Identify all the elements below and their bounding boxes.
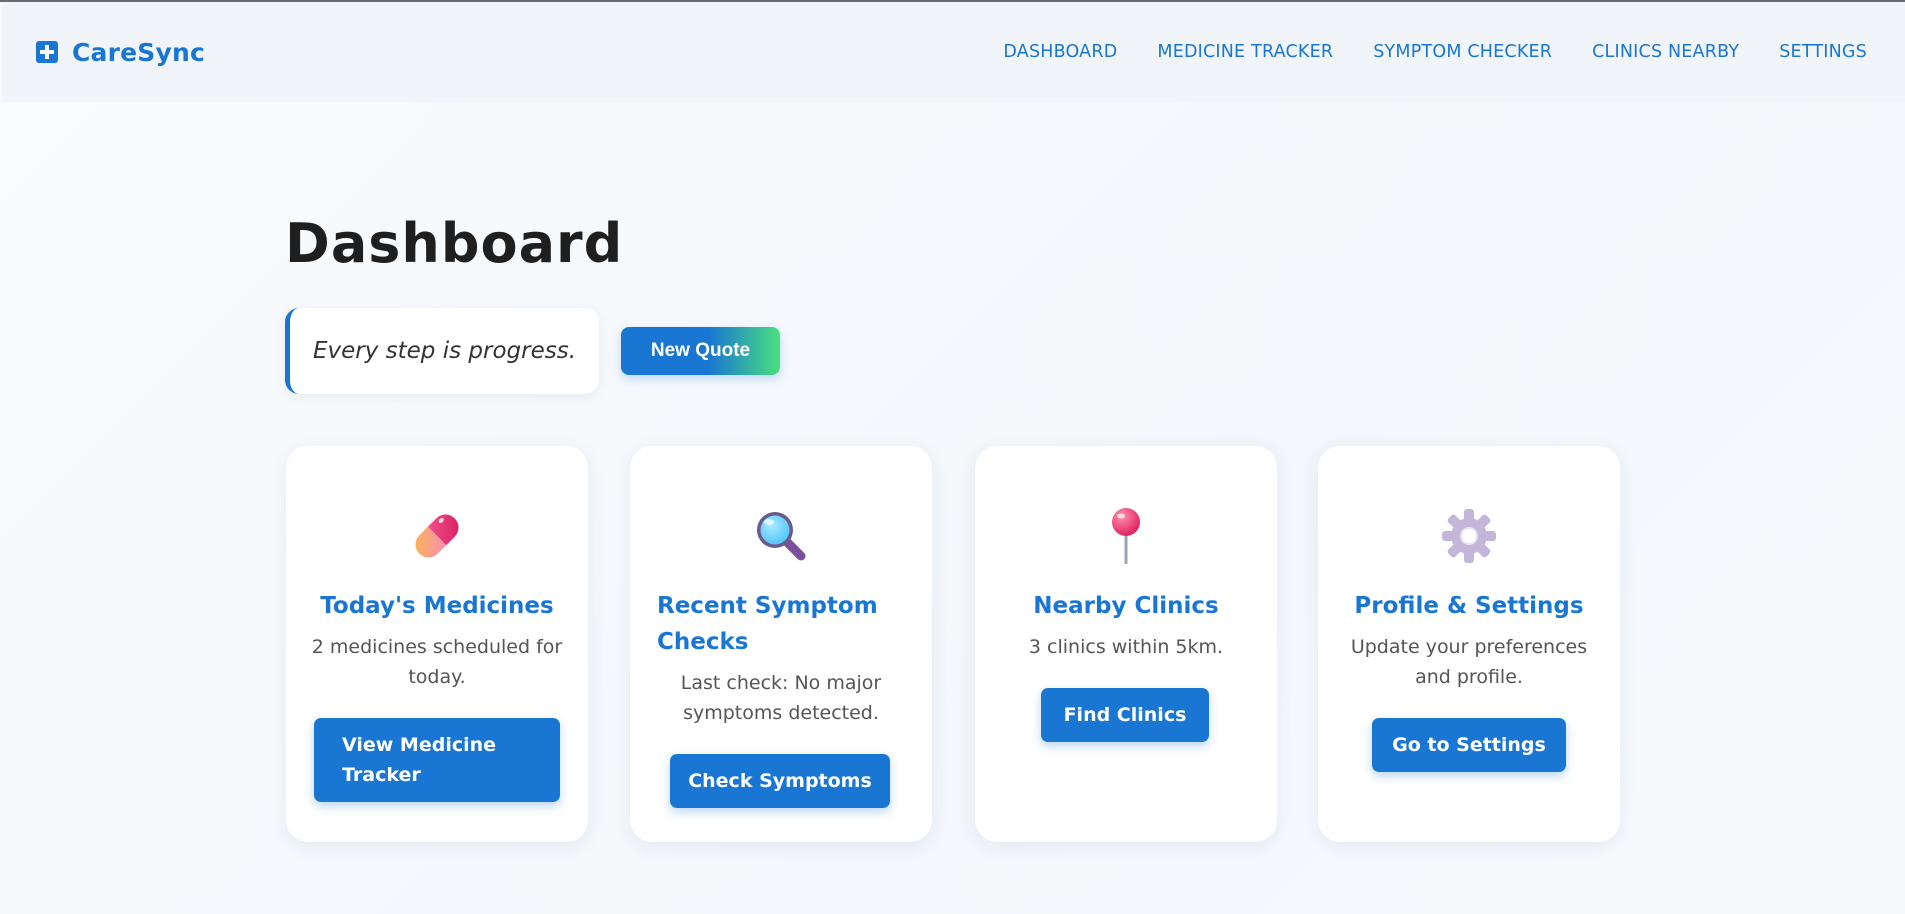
magnifying-glass-icon <box>630 506 932 566</box>
card-description: Last check: No major symptoms detected. <box>680 672 882 724</box>
card-title: Nearby Clinics <box>1033 593 1219 619</box>
page-title: Dashboard <box>285 212 624 275</box>
card-profile-settings: Profile & Settings Update your preferenc… <box>1318 446 1620 842</box>
new-quote-button[interactable]: New Quote <box>621 327 780 375</box>
pill-icon <box>286 506 588 566</box>
card-title: Recent Symptom Checks <box>657 593 878 655</box>
card-description: Update your preferences and profile. <box>1350 636 1588 688</box>
top-navbar: CareSync DASHBOARD MEDICINE TRACKER SYMP… <box>2 2 1905 102</box>
nav-links: DASHBOARD MEDICINE TRACKER SYMPTOM CHECK… <box>963 42 1867 62</box>
card-recent-symptom-checks: Recent Symptom Checks Last check: No maj… <box>630 446 932 842</box>
nav-item-clinics-nearby[interactable]: CLINICS NEARBY <box>1592 42 1739 62</box>
nav-item-medicine-tracker[interactable]: MEDICINE TRACKER <box>1157 42 1333 62</box>
card-nearby-clinics: Nearby Clinics 3 clinics within 5km. Fin… <box>975 446 1277 842</box>
card-title: Today's Medicines <box>320 593 554 619</box>
go-to-settings-button[interactable]: Go to Settings <box>1372 718 1566 772</box>
card-description: 3 clinics within 5km. <box>1028 636 1224 658</box>
quote-text: Every step is progress. <box>312 338 577 364</box>
brand-logo[interactable]: CareSync <box>36 38 205 67</box>
nav-item-settings[interactable]: SETTINGS <box>1779 42 1867 62</box>
pushpin-icon <box>975 506 1277 566</box>
card-description: 2 medicines scheduled for today. <box>311 636 563 688</box>
card-title: Profile & Settings <box>1354 593 1584 619</box>
main-content: Dashboard Every step is progress. New Qu… <box>0 102 1905 914</box>
gear-icon <box>1318 506 1620 566</box>
medical-cross-icon <box>36 41 58 63</box>
view-medicine-tracker-button[interactable]: View Medicine Tracker <box>314 718 560 802</box>
check-symptoms-button[interactable]: Check Symptoms <box>670 754 890 808</box>
find-clinics-button[interactable]: Find Clinics <box>1041 688 1209 742</box>
nav-item-symptom-checker[interactable]: SYMPTOM CHECKER <box>1373 42 1552 62</box>
quote-box: Every step is progress. <box>285 308 599 394</box>
nav-item-dashboard[interactable]: DASHBOARD <box>1003 42 1117 62</box>
brand-name: CareSync <box>72 37 206 67</box>
card-todays-medicines: Today's Medicines 2 medicines scheduled … <box>286 446 588 842</box>
